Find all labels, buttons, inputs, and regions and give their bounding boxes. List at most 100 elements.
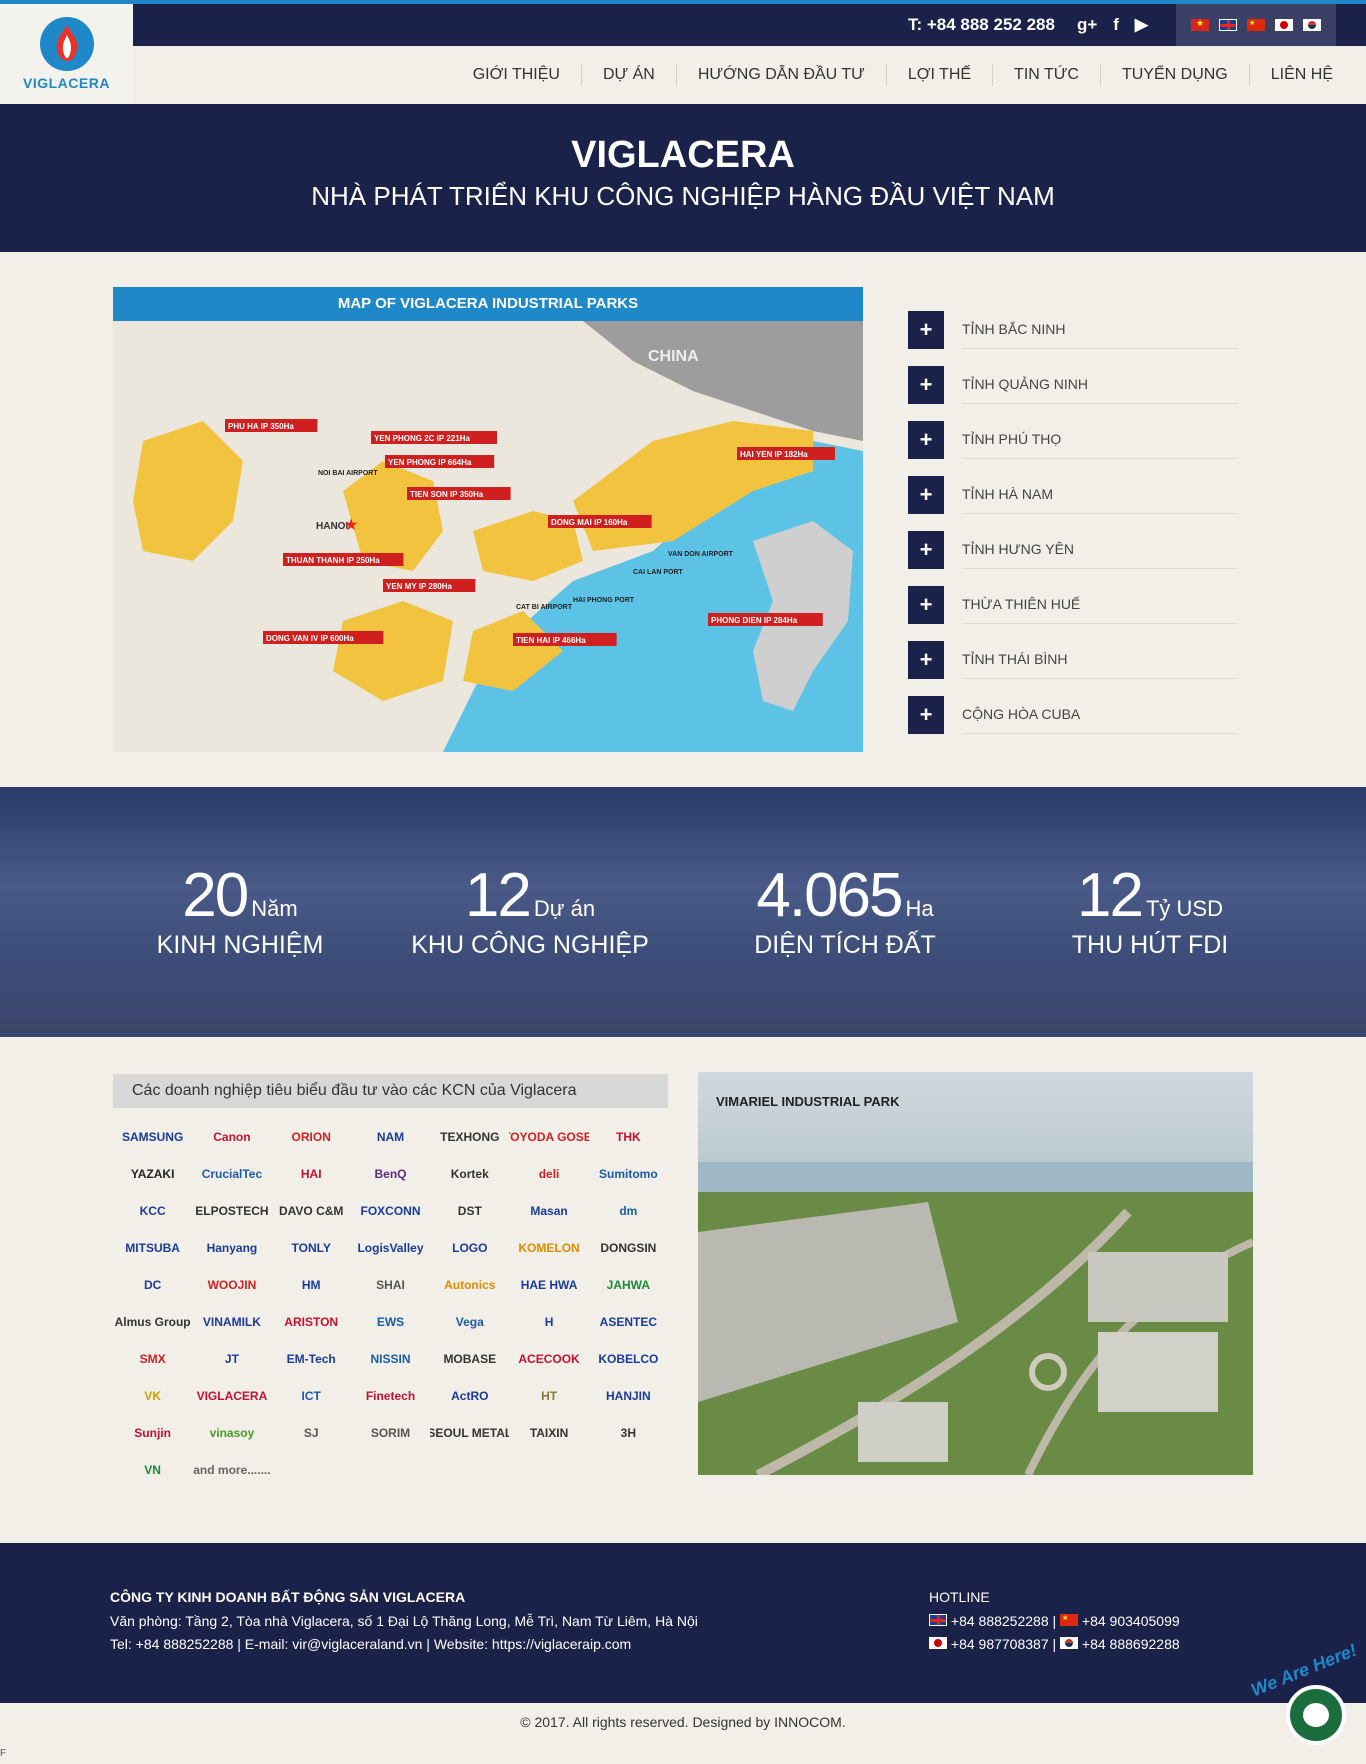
province-item-phu-tho[interactable]: + TỈNH PHÚ THỌ [908,412,1238,467]
partner-logo: BenQ [374,1166,407,1181]
province-item-hung-yen[interactable]: + TỈNH HƯNG YÊN [908,522,1238,577]
plus-icon[interactable]: + [908,585,944,624]
china-flag-icon[interactable] [1247,19,1265,31]
province-label[interactable]: TỈNH BẮC NINH [962,311,1238,349]
partner-logo: dm [619,1203,638,1218]
svg-text:TIEN HAI IP 466Ha: TIEN HAI IP 466Ha [516,636,586,645]
plus-icon[interactable]: + [908,420,944,459]
partner-logo: EM-Tech [286,1351,336,1366]
plus-icon[interactable]: + [908,365,944,404]
province-label[interactable]: TỈNH HƯNG YÊN [962,531,1238,569]
footer-contact[interactable]: Tel: +84 888252288 | E-mail: vir@viglace… [110,1636,631,1652]
province-item-thai-binh[interactable]: + TỈNH THÁI BÌNH [908,632,1238,687]
plus-icon[interactable]: + [908,640,944,679]
park-label[interactable]: THUAN THANH IP 250Ha [283,553,404,566]
edge-mark: F [0,1748,7,1759]
phone-number[interactable]: T: +84 888 252 288 [908,15,1055,35]
park-label[interactable]: YEN PHONG 2C IP 221Ha [371,431,497,444]
nav-du-an[interactable]: DỰ ÁN [580,64,676,86]
stat-label: KHU CÔNG NGHIỆP [411,931,649,959]
plus-icon[interactable]: + [908,530,944,569]
partner-logo: WOOJIN [207,1277,257,1292]
nav-lien-he[interactable]: LIÊN HỆ [1248,64,1354,86]
partner-logos: Các doanh nghiệp tiêu biểu đầu tư vào cá… [113,1074,668,1484]
partner-logo: TEXHONG [440,1129,500,1144]
google-plus-icon[interactable]: g+ [1077,15,1097,35]
plus-icon[interactable]: + [908,475,944,514]
stat-fdi: 12 Tỷ USD THU HÚT FDI [1040,865,1260,960]
province-item-thua-thien-hue[interactable]: + THỪA THIÊN HUẾ [908,577,1238,632]
partner-logo: KOBELCO [598,1351,659,1366]
park-label[interactable]: HAI YEN IP 182Ha [737,447,835,460]
nav-gioi-thieu[interactable]: GIỚI THIỆU [452,64,581,86]
hotline-en[interactable]: +84 888252288 [951,1613,1049,1629]
youtube-icon[interactable]: ▶ [1135,15,1148,35]
park-label[interactable]: DONG VAN IV IP 600Ha [263,631,384,644]
stat-label: THU HÚT FDI [1071,931,1229,959]
province-item-cuba[interactable]: + CỘNG HÒA CUBA [908,687,1238,742]
partner-logo: HANJIN [606,1388,651,1403]
province-label[interactable]: TỈNH THÁI BÌNH [962,641,1238,679]
province-label[interactable]: THỪA THIÊN HUẾ [962,586,1238,624]
brand-logo[interactable]: VIGLACERA [0,4,133,104]
japan-flag-icon[interactable] [1275,19,1293,31]
nav-tuyen-dung[interactable]: TUYỂN DỤNG [1099,64,1249,86]
uk-flag-icon [929,1614,947,1626]
partner-logo: FOXCONN [360,1203,421,1218]
province-item-bac-ninh[interactable]: + TỈNH BẮC NINH [908,302,1238,357]
svg-text:YEN PHONG 2C IP 221Ha: YEN PHONG 2C IP 221Ha [374,434,470,443]
vietnam-flag-icon[interactable] [1191,18,1209,31]
partner-logo: H [544,1314,554,1329]
province-item-quang-ninh[interactable]: + TỈNH QUẢNG NINH [908,357,1238,412]
chat-button[interactable] [1286,1685,1346,1745]
park-label[interactable]: PHU HA IP 350Ha [225,419,318,432]
stat-label: KINH NGHIỆM [156,931,324,959]
hotline-separator: | [1052,1636,1057,1652]
nav-huong-dan-dau-tu[interactable]: HƯỚNG DẪN ĐẦU TƯ [675,64,886,86]
park-label[interactable]: DONG MAI IP 160Ha [548,515,652,528]
partner-logo: MOBASE [443,1351,497,1366]
map-title: MAP OF VIGLACERA INDUSTRIAL PARKS [113,287,863,321]
province-label[interactable]: TỈNH QUẢNG NINH [962,366,1238,404]
footer-company-name: CÔNG TY KINH DOANH BẤT ĐỘNG SẢN VIGLACER… [110,1589,466,1605]
language-switcher [1176,4,1336,46]
partner-logo: HAI [300,1166,322,1181]
province-label[interactable]: CỘNG HÒA CUBA [962,696,1238,734]
partner-logo: Kortek [450,1166,489,1181]
park-label[interactable]: YEN MY IP 280Ha [383,579,476,592]
uk-flag-icon[interactable] [1219,19,1237,31]
korea-flag-icon [1060,1637,1079,1649]
hotline-jp[interactable]: +84 987708387 [951,1636,1049,1652]
province-item-ha-nam[interactable]: + TỈNH HÀ NAM [908,467,1238,522]
park-label[interactable]: TIEN SON IP 350Ha [407,487,511,500]
park-label[interactable]: TIEN HAI IP 466Ha [513,633,617,646]
site-footer: CÔNG TY KINH DOANH BẤT ĐỘNG SẢN VIGLACER… [0,1543,1366,1703]
partner-logo: and more....... [193,1462,271,1477]
korea-flag-icon[interactable] [1303,19,1321,31]
map-star-icon: ★ [344,515,358,534]
partner-logo: SJ [303,1425,319,1440]
hotline-kr[interactable]: +84 888692288 [1082,1636,1180,1652]
nav-loi-the[interactable]: LỢI THẾ [885,64,992,86]
facebook-icon[interactable]: f [1113,15,1119,35]
partner-logo: VN [144,1462,161,1477]
partner-logo: LogisValley [357,1240,424,1255]
stat-number: 4.065 [756,861,903,930]
partner-logo: 3H [620,1425,637,1440]
hotline-cn[interactable]: +84 903405099 [1082,1613,1180,1629]
place-label: VAN DON AIRPORT [668,551,734,558]
partner-logo: EWS [376,1314,405,1329]
plus-icon[interactable]: + [908,695,944,734]
plus-icon[interactable]: + [908,310,944,349]
hero-title: VIGLACERA [571,134,795,176]
park-label[interactable]: PHONG DIEN IP 284Ha [708,613,823,626]
nav-tin-tuc[interactable]: TIN TỨC [992,64,1100,86]
partner-logo: HAE HWA [520,1277,578,1292]
province-label[interactable]: TỈNH HÀ NAM [962,476,1238,514]
partner-logo: YAZAKI [130,1166,175,1181]
province-label[interactable]: TỈNH PHÚ THỌ [962,421,1238,459]
park-label[interactable]: YEN PHONG IP 664Ha [385,455,495,468]
park-photo[interactable]: VIMARIEL INDUSTRIAL PARK [698,1072,1253,1475]
china-flag-icon [1060,1614,1079,1626]
flame-logo-icon [39,17,94,71]
